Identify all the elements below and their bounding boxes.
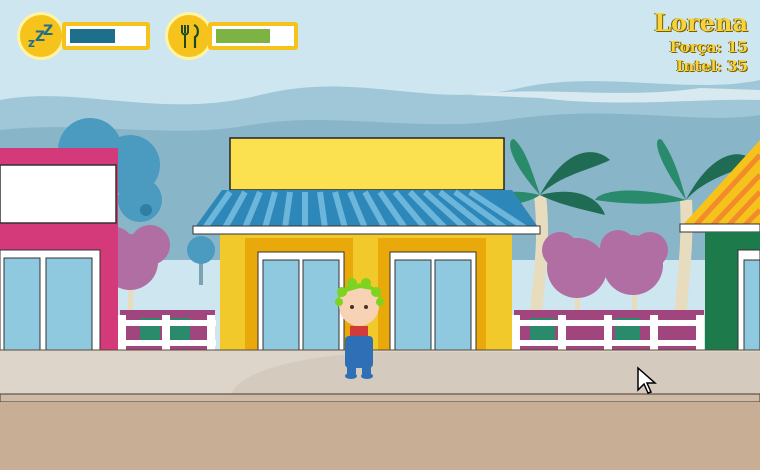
street: [0, 402, 760, 470]
sleep-badge: z Z Z: [17, 12, 65, 60]
sleep-bar-fill: [70, 29, 115, 43]
fence: [512, 310, 704, 352]
svg-text:Z: Z: [43, 23, 53, 39]
stat-intel: Intel: 35: [676, 57, 748, 75]
pink-shop: [0, 148, 118, 354]
hunger-badge: [165, 12, 213, 60]
game-scene: [0, 0, 760, 470]
svg-text:z: z: [28, 36, 35, 50]
stat-forca: Força: 15: [669, 38, 748, 56]
hunger-bar: [208, 22, 298, 50]
hunger-bar-fill: [216, 29, 270, 43]
fork-knife-icon: [181, 23, 199, 48]
fence: [118, 310, 216, 352]
mouse-cursor-icon: [637, 366, 657, 394]
sleep-zzz-icon: z Z Z: [28, 23, 53, 50]
sleep-bar: [62, 22, 150, 50]
player-name: Lorena: [654, 8, 748, 37]
